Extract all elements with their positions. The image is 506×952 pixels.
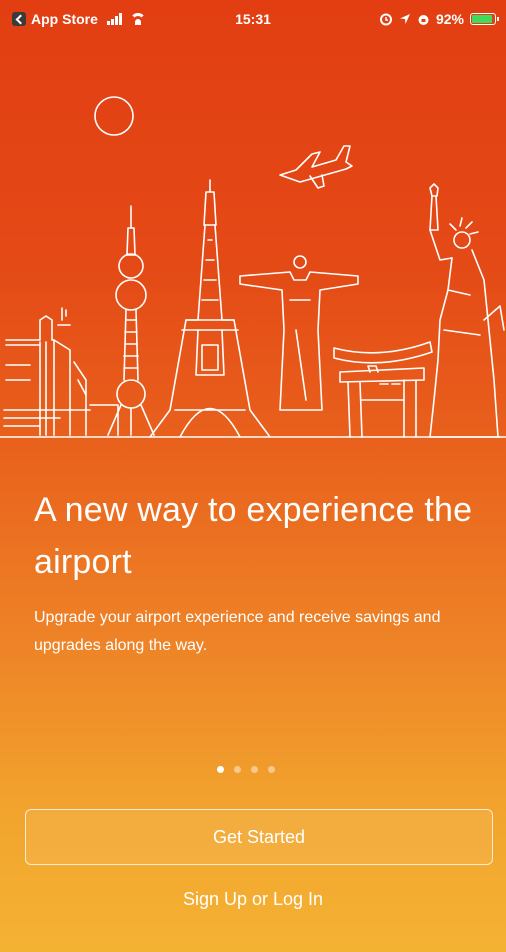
statue-of-liberty-icon	[429, 183, 505, 438]
battery-icon	[470, 13, 499, 25]
alarm-icon	[379, 13, 392, 26]
onboarding-headline: A new way to experience the airport	[34, 491, 473, 581]
sun-icon	[94, 96, 134, 136]
page-dot[interactable]	[268, 766, 275, 773]
airplane-icon	[279, 145, 353, 189]
get-started-button[interactable]: Get Started	[25, 809, 493, 865]
battery-percent: 92%	[435, 11, 464, 27]
status-right: 92%	[379, 11, 499, 27]
page-indicator[interactable]	[0, 766, 506, 773]
signup-login-link[interactable]: Sign Up or Log In	[0, 889, 506, 910]
status-bar: App Store 15:31 92%	[0, 0, 506, 40]
onboarding-screen: App Store 15:31 92% A new way to experie…	[0, 0, 506, 952]
page-dot[interactable]	[234, 766, 241, 773]
torii-gate-icon	[333, 341, 433, 438]
page-dot[interactable]	[217, 766, 224, 773]
eiffel-tower-icon	[149, 179, 271, 438]
christ-the-redeemer-icon	[239, 255, 359, 411]
tower-bridge-icon	[3, 307, 119, 436]
page-dot[interactable]	[251, 766, 258, 773]
oriental-pearl-tower-icon	[107, 205, 155, 436]
onboarding-subtext: Upgrade your airport experience and rece…	[34, 609, 441, 654]
location-icon	[399, 14, 410, 24]
lock-rotation-icon	[418, 14, 429, 25]
landmarks-illustration	[0, 96, 506, 438]
